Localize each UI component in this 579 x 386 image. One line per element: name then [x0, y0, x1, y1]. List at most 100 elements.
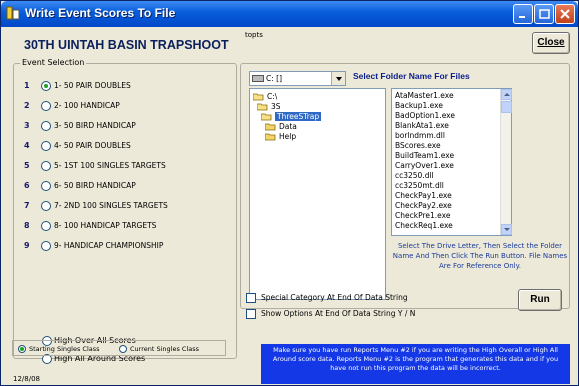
list-item[interactable]: BScores.exe [395, 141, 441, 151]
event-label: 3- 50 BIRD HANDICAP [54, 121, 136, 130]
event-row-8[interactable]: 8 8- 100 HANDICAP TARGETS [14, 220, 234, 234]
run-button[interactable]: Run [518, 289, 562, 311]
folder-caption: Select Folder Name For Files [353, 71, 470, 81]
starting-singles-class-label: Starting Singles Class [29, 345, 100, 353]
minimize-button[interactable] [513, 4, 533, 24]
event-label: 8- 100 HANDICAP TARGETS [54, 221, 157, 230]
file-list-scrollbar[interactable] [500, 89, 512, 235]
event-radio-8[interactable] [41, 221, 51, 231]
event-label: 5- 1ST 100 SINGLES TARGETS [54, 161, 166, 170]
scroll-down-icon[interactable] [501, 224, 512, 235]
dir-name: Help [279, 132, 297, 141]
drive-icon [252, 75, 264, 82]
event-label: 7- 2ND 100 SINGLES TARGETS [54, 201, 168, 210]
client-area: 30TH UINTAH BASIN TRAPSHOOT topts Close … [4, 27, 575, 384]
event-label: 6- 50 BIRD HANDICAP [54, 181, 136, 190]
event-row-1[interactable]: 1 1- 50 PAIR DOUBLES [14, 80, 234, 94]
close-window-button[interactable] [555, 4, 575, 24]
dir-name: 3S [271, 102, 281, 111]
event-label: 4- 50 PAIR DOUBLES [54, 141, 131, 150]
event-row-3[interactable]: 3 3- 50 BIRD HANDICAP [14, 120, 234, 134]
list-item[interactable]: cc3250mt.dll [395, 181, 444, 191]
event-number: 5 [24, 161, 30, 170]
directory-list[interactable]: C:\ 3S ThreeSTrap Data Help [249, 88, 386, 300]
close-button[interactable]: Close [532, 32, 570, 54]
event-radio-4[interactable] [41, 141, 51, 151]
scroll-thumb[interactable] [501, 101, 512, 113]
list-item[interactable]: BlankAta1.exe [395, 121, 449, 131]
event-number: 6 [24, 181, 30, 190]
show-options-label: Show Options At End Of Data String Y / N [261, 309, 416, 318]
dir-name: C:\ [267, 92, 278, 101]
event-row-9[interactable]: 9 9- HANDICAP CHAMPIONSHIP [14, 240, 234, 254]
dir-name: Data [279, 122, 297, 131]
event-radio-6[interactable] [41, 181, 51, 191]
event-radio-3[interactable] [41, 121, 51, 131]
special-category-checkbox[interactable] [246, 293, 256, 303]
event-label: 1- 50 PAIR DOUBLES [54, 81, 131, 90]
list-item[interactable]: CheckPre1.exe [395, 211, 450, 221]
title-bar[interactable]: Write Event Scores To File [1, 1, 578, 27]
chevron-down-icon[interactable] [331, 72, 345, 85]
open-folder-icon [253, 93, 264, 101]
event-number: 1 [24, 81, 30, 90]
event-number: 2 [24, 101, 30, 110]
event-radio-5[interactable] [41, 161, 51, 171]
list-item[interactable]: AtaMaster1.exe [395, 91, 454, 101]
event-radio-1[interactable] [41, 81, 51, 91]
event-number: 3 [24, 121, 30, 130]
event-label: 9- HANDICAP CHAMPIONSHIP [54, 241, 164, 250]
file-list[interactable]: AtaMaster1.exe Backup1.exe BadOption1.ex… [391, 88, 512, 236]
event-row-5[interactable]: 5 5- 1ST 100 SINGLES TARGETS [14, 160, 234, 174]
event-row-6[interactable]: 6 6- 50 BIRD HANDICAP [14, 180, 234, 194]
list-item[interactable]: CheckReq1.exe [395, 221, 453, 231]
reports-note: Make sure you have run Reports Menu #2 i… [261, 344, 570, 384]
event-number: 7 [24, 201, 30, 210]
current-singles-class-label: Current Singles Class [130, 345, 200, 353]
close-icon [560, 9, 570, 19]
open-folder-icon [257, 103, 268, 111]
app-icon [6, 6, 20, 20]
folder-icon [265, 133, 276, 141]
event-radio-9[interactable] [41, 241, 51, 251]
event-number: 4 [24, 141, 30, 150]
maximize-button[interactable] [534, 4, 554, 24]
folder-selection-group: C: [] Select Folder Name For Files C:\ 3… [240, 63, 570, 309]
event-number: 9 [24, 241, 30, 250]
event-selection-group: Event Selection 1 1- 50 PAIR DOUBLES 2 2… [13, 58, 237, 364]
list-item[interactable]: cc3250.dll [395, 171, 434, 181]
event-radio-7[interactable] [41, 201, 51, 211]
dir-name: ThreeSTrap [275, 112, 322, 121]
minimize-icon [519, 16, 525, 18]
list-item[interactable]: borlndmm.dll [395, 131, 445, 141]
app-window: Write Event Scores To File 30TH UINTAH B… [0, 0, 579, 386]
page-title: 30TH UINTAH BASIN TRAPSHOOT [24, 38, 229, 52]
starting-singles-class-radio[interactable] [18, 345, 26, 353]
topts-label: topts [245, 31, 263, 39]
singles-class-group: Starting Singles Class Current Singles C… [12, 340, 226, 356]
open-folder-icon [261, 113, 272, 121]
event-row-2[interactable]: 2 2- 100 HANDICAP [14, 100, 234, 114]
current-singles-class-radio[interactable] [119, 345, 127, 353]
window-title: Write Event Scores To File [25, 6, 176, 20]
date-label: 12/8/08 [13, 375, 40, 383]
list-item[interactable]: BuildTeam1.exe [395, 151, 454, 161]
event-row-4[interactable]: 4 4- 50 PAIR DOUBLES [14, 140, 234, 154]
maximize-icon [539, 9, 550, 19]
folder-icon [265, 123, 276, 131]
list-item[interactable]: CheckPay2.exe [395, 201, 452, 211]
list-item[interactable]: BadOption1.exe [395, 111, 455, 121]
drive-value: C: [] [266, 74, 282, 83]
show-options-checkbox[interactable] [246, 309, 256, 319]
folder-instructions: Select The Drive Letter, Then Select the… [392, 242, 568, 270]
event-row-7[interactable]: 7 7- 2ND 100 SINGLES TARGETS [14, 200, 234, 214]
event-selection-label: Event Selection [20, 58, 87, 67]
drive-select[interactable]: C: [] [249, 71, 346, 86]
list-item[interactable]: Backup1.exe [395, 101, 443, 111]
event-label: 2- 100 HANDICAP [54, 101, 120, 110]
scroll-up-icon[interactable] [501, 89, 512, 100]
list-item[interactable]: CheckPay1.exe [395, 191, 452, 201]
special-category-label: Special Category At End Of Data String [261, 293, 408, 302]
event-radio-2[interactable] [41, 101, 51, 111]
list-item[interactable]: CarryOver1.exe [395, 161, 454, 171]
